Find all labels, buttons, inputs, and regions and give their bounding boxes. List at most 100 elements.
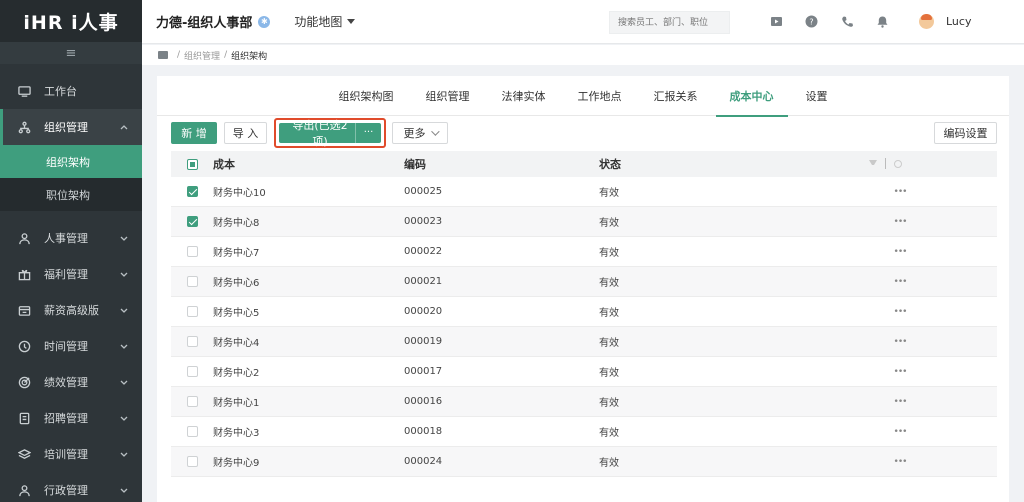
sidebar-item-payroll[interactable]: 薪资高级版 xyxy=(0,292,142,328)
cell-code: 000017 xyxy=(404,366,443,377)
settings-icon[interactable] xyxy=(894,159,902,168)
sidebar-item-training[interactable]: 培训管理 xyxy=(0,436,142,472)
cell-code: 000024 xyxy=(404,456,443,467)
table-row[interactable]: 财务中心8 000023 有效 ••• xyxy=(171,207,997,237)
chevron-down-icon xyxy=(119,449,129,459)
row-more-icon[interactable]: ••• xyxy=(893,247,908,257)
gear-icon[interactable]: ✱ xyxy=(258,15,271,28)
sidebar-item-label: 行政管理 xyxy=(44,484,88,497)
sidebar-item-recruit[interactable]: 招聘管理 xyxy=(0,400,142,436)
tab-reporting[interactable]: 汇报关系 xyxy=(638,76,714,116)
logo[interactable]: iHR i人事 xyxy=(0,0,142,42)
row-checkbox[interactable] xyxy=(186,216,198,227)
table-row[interactable]: 财务中心6 000021 有效 ••• xyxy=(171,267,997,297)
cell-code: 000020 xyxy=(404,306,443,317)
cell-name: 财务中心9 xyxy=(213,458,260,469)
phone-icon[interactable] xyxy=(841,15,854,28)
sidebar-item-performance[interactable]: 绩效管理 xyxy=(0,364,142,400)
monitor-icon xyxy=(17,84,31,98)
row-more-icon[interactable]: ••• xyxy=(893,367,908,377)
tab-settings[interactable]: 设置 xyxy=(790,76,844,116)
breadcrumb: / 组织管理 / 组织架构 xyxy=(142,45,1024,65)
table-row[interactable]: 财务中心4 000019 有效 ••• xyxy=(171,327,997,357)
bell-icon[interactable] xyxy=(876,15,889,28)
sidebar-item-workbench[interactable]: 工作台 xyxy=(0,73,142,109)
sidebar-item-org[interactable]: 组织管理 xyxy=(0,109,142,145)
company-name[interactable]: 力德-组织人事部 xyxy=(156,12,252,31)
search-input[interactable] xyxy=(609,11,730,34)
cell-code: 000019 xyxy=(404,336,443,347)
main-panel: 组织架构图 组织管理 法律实体 工作地点 汇报关系 成本中心 设置 新 增 导 … xyxy=(157,76,1009,502)
sidebar-item-label: 培训管理 xyxy=(44,448,88,461)
sidebar-subitem-org-structure[interactable]: 组织架构 xyxy=(0,145,142,178)
table-row[interactable]: 财务中心7 000022 有效 ••• xyxy=(171,237,997,267)
tab-legal-entity[interactable]: 法律实体 xyxy=(486,76,562,116)
row-checkbox[interactable] xyxy=(186,396,198,407)
import-button[interactable]: 导 入 xyxy=(224,122,267,144)
row-more-icon[interactable]: ••• xyxy=(893,217,908,227)
table-row[interactable]: 财务中心2 000017 有效 ••• xyxy=(171,357,997,387)
chevron-down-icon xyxy=(119,485,129,495)
filter-icon[interactable] xyxy=(869,159,877,168)
sidebar-item-label: 薪资高级版 xyxy=(44,304,99,317)
table-row[interactable]: 财务中心3 000018 有效 ••• xyxy=(171,417,997,447)
table-row[interactable]: 财务中心9 000024 有效 ••• xyxy=(171,447,997,477)
video-icon[interactable] xyxy=(770,15,783,28)
row-checkbox[interactable] xyxy=(186,336,198,347)
row-more-icon[interactable]: ••• xyxy=(893,397,908,407)
row-checkbox[interactable] xyxy=(186,366,198,377)
avatar[interactable] xyxy=(919,14,934,29)
tab-cost-center[interactable]: 成本中心 xyxy=(714,76,790,117)
row-more-icon[interactable]: ••• xyxy=(893,427,908,437)
help-icon[interactable]: ? xyxy=(805,15,818,28)
chevron-up-icon xyxy=(119,122,129,132)
row-more-icon[interactable]: ••• xyxy=(893,307,908,317)
cell-name: 财务中心2 xyxy=(213,368,260,379)
row-checkbox[interactable] xyxy=(186,246,198,257)
cell-code: 000021 xyxy=(404,276,443,287)
function-map-dropdown[interactable]: 功能地图 xyxy=(294,13,356,30)
menu-toggle-icon[interactable]: ≡ xyxy=(0,42,142,64)
column-header-status: 状态 xyxy=(599,158,621,171)
chevron-down-icon xyxy=(119,305,129,315)
home-icon[interactable] xyxy=(158,51,168,59)
row-more-icon[interactable]: ••• xyxy=(893,277,908,287)
cell-status: 有效 xyxy=(599,368,619,379)
cell-code: 000023 xyxy=(404,216,443,227)
cell-name: 财务中心7 xyxy=(213,248,260,259)
breadcrumb-item[interactable]: 组织管理 xyxy=(184,49,220,62)
tab-work-location[interactable]: 工作地点 xyxy=(562,76,638,116)
tab-org-management[interactable]: 组织管理 xyxy=(410,76,486,116)
cell-status: 有效 xyxy=(599,428,619,439)
code-settings-button[interactable]: 编码设置 xyxy=(934,122,997,144)
sidebar-item-label: 福利管理 xyxy=(44,268,88,281)
logo-text: iHR i人事 xyxy=(23,11,119,34)
sidebar-item-time[interactable]: 时间管理 xyxy=(0,328,142,364)
row-checkbox[interactable] xyxy=(186,456,198,467)
tab-org-chart[interactable]: 组织架构图 xyxy=(323,76,410,116)
row-checkbox[interactable] xyxy=(186,276,198,287)
export-button[interactable]: 导出(已选2项) ··· xyxy=(279,119,381,148)
table-row[interactable]: 财务中心10 000025 有效 ••• xyxy=(171,177,997,207)
row-more-icon[interactable]: ••• xyxy=(893,187,908,197)
more-dropdown[interactable]: 更多 xyxy=(392,122,448,144)
cell-status: 有效 xyxy=(599,188,619,199)
table-row[interactable]: 财务中心5 000020 有效 ••• xyxy=(171,297,997,327)
table-row[interactable]: 财务中心1 000016 有效 ••• xyxy=(171,387,997,417)
sidebar-item-welfare[interactable]: 福利管理 xyxy=(0,256,142,292)
row-checkbox[interactable] xyxy=(186,306,198,317)
row-more-icon[interactable]: ••• xyxy=(893,337,908,347)
row-more-icon[interactable]: ••• xyxy=(893,457,908,467)
cell-code: 000018 xyxy=(404,426,443,437)
sidebar-item-admin[interactable]: 行政管理 xyxy=(0,472,142,502)
sidebar-item-hr[interactable]: 人事管理 xyxy=(0,220,142,256)
new-button[interactable]: 新 增 xyxy=(171,122,217,144)
select-all-checkbox[interactable] xyxy=(186,158,198,170)
export-more-icon[interactable]: ··· xyxy=(355,123,381,143)
sidebar-subitem-position-structure[interactable]: 职位架构 xyxy=(0,178,142,211)
row-checkbox[interactable] xyxy=(186,426,198,437)
chevron-down-icon xyxy=(119,377,129,387)
row-checkbox[interactable] xyxy=(186,186,198,197)
username[interactable]: Lucy xyxy=(946,15,971,28)
sidebar-item-label: 工作台 xyxy=(44,85,77,98)
